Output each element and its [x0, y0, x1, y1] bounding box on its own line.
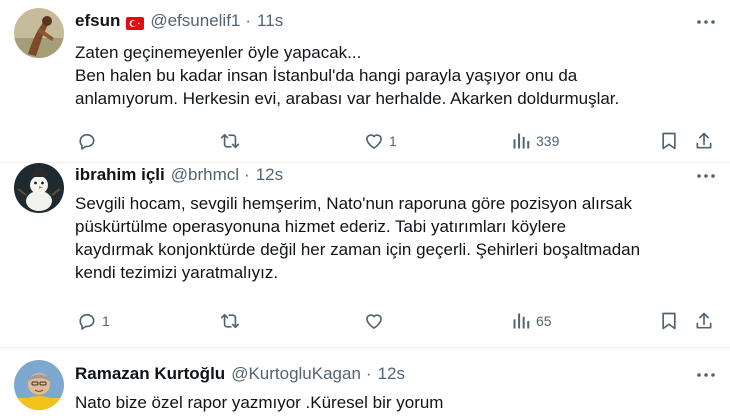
repost-button[interactable] — [219, 129, 246, 153]
tweet-text-line: kaydırmak konjonktürde değil her zaman i… — [75, 240, 641, 259]
tweet-header: efsun @efsunelif1 · 11s — [75, 9, 283, 33]
views-button[interactable]: 65 — [511, 309, 552, 333]
timestamp[interactable]: 11s — [257, 11, 283, 31]
bookmark-button[interactable] — [659, 309, 679, 333]
like-button[interactable]: 1 — [364, 129, 397, 153]
views-count: 339 — [536, 133, 560, 149]
display-name[interactable]: ibrahim içli — [75, 165, 165, 185]
display-name[interactable]: efsun — [75, 11, 120, 31]
share-button[interactable] — [694, 309, 714, 333]
like-count: 1 — [389, 133, 397, 149]
tweet-text: Nato bize özel rapor yazmıyor .Küresel b… — [75, 391, 715, 414]
views-icon — [511, 311, 531, 331]
like-button[interactable] — [364, 309, 389, 333]
tweet-text-line: püskürtülme operasyonuna hizmet ederiz. … — [75, 217, 567, 236]
avatar[interactable] — [14, 8, 64, 58]
bookmark-icon — [659, 131, 679, 151]
tweet-header: ibrahim içli @brhmcl · 12s — [75, 163, 283, 187]
tweet-text-line: Sevgili hocam, sevgili hemşerim, Nato'nu… — [75, 194, 632, 213]
more-icon[interactable] — [694, 164, 718, 188]
tweet-text: Zaten geçinemeyenler öyle yapacak... Ben… — [75, 41, 715, 110]
tweet-text-line: Ben halen bu kadar insan İstanbul'da han… — [75, 66, 578, 85]
share-button[interactable] — [694, 129, 714, 153]
tweet-3[interactable]: Ramazan Kurtoğlu @KurtogluKagan · 12s Na… — [0, 348, 730, 420]
like-icon — [364, 311, 384, 331]
views-count: 65 — [536, 313, 552, 329]
repost-icon — [219, 311, 241, 331]
separator-dot: · — [365, 364, 372, 383]
views-button[interactable]: 339 — [511, 129, 559, 153]
tweet-text-line: kendi tezimizi yaratmalıyız. — [75, 263, 279, 282]
display-name[interactable]: Ramazan Kurtoğlu — [75, 364, 225, 384]
reply-icon — [77, 311, 97, 331]
tweet-actions: 1 339 — [75, 129, 715, 153]
separator-dot: · — [244, 165, 250, 184]
bookmark-button[interactable] — [659, 129, 679, 153]
more-icon[interactable] — [694, 363, 718, 387]
like-icon — [364, 131, 384, 151]
tweet-actions: 1 65 — [75, 309, 715, 333]
turkey-flag-icon — [126, 15, 145, 30]
tweet-text: Sevgili hocam, sevgili hemşerim, Nato'nu… — [75, 192, 715, 284]
tweet-2[interactable]: ibrahim içli @brhmcl · 12s Sevgili hocam… — [0, 163, 730, 348]
tweet-text-line: anlamıyorum. Herkesin evi, arabası var h… — [75, 89, 620, 108]
tweet-header: Ramazan Kurtoğlu @KurtogluKagan · 12s — [75, 362, 405, 386]
reply-count: 1 — [102, 313, 110, 329]
timestamp[interactable]: 12s — [256, 165, 283, 185]
reply-icon — [77, 131, 97, 151]
separator-dot: · — [245, 11, 252, 30]
reply-button[interactable] — [77, 129, 102, 153]
tweet-text-line: Zaten geçinemeyenler öyle yapacak... — [75, 43, 362, 62]
avatar[interactable] — [14, 163, 64, 213]
username[interactable]: @brhmcl — [171, 165, 239, 185]
timestamp[interactable]: 12s — [378, 364, 405, 384]
share-icon — [694, 131, 714, 151]
tweet-1[interactable]: efsun @efsunelif1 · 11s Zaten geçinemeye… — [0, 0, 730, 166]
views-icon — [511, 131, 531, 151]
repost-icon — [219, 131, 241, 151]
more-icon[interactable] — [694, 10, 718, 34]
tweet-text-line: Nato bize özel rapor yazmıyor .Küresel b… — [75, 393, 444, 412]
bookmark-icon — [659, 311, 679, 331]
username[interactable]: @KurtogluKagan — [231, 364, 361, 384]
repost-button[interactable] — [219, 309, 246, 333]
username[interactable]: @efsunelif1 — [150, 11, 240, 31]
avatar[interactable] — [14, 360, 64, 410]
reply-button[interactable]: 1 — [77, 309, 110, 333]
share-icon — [694, 311, 714, 331]
